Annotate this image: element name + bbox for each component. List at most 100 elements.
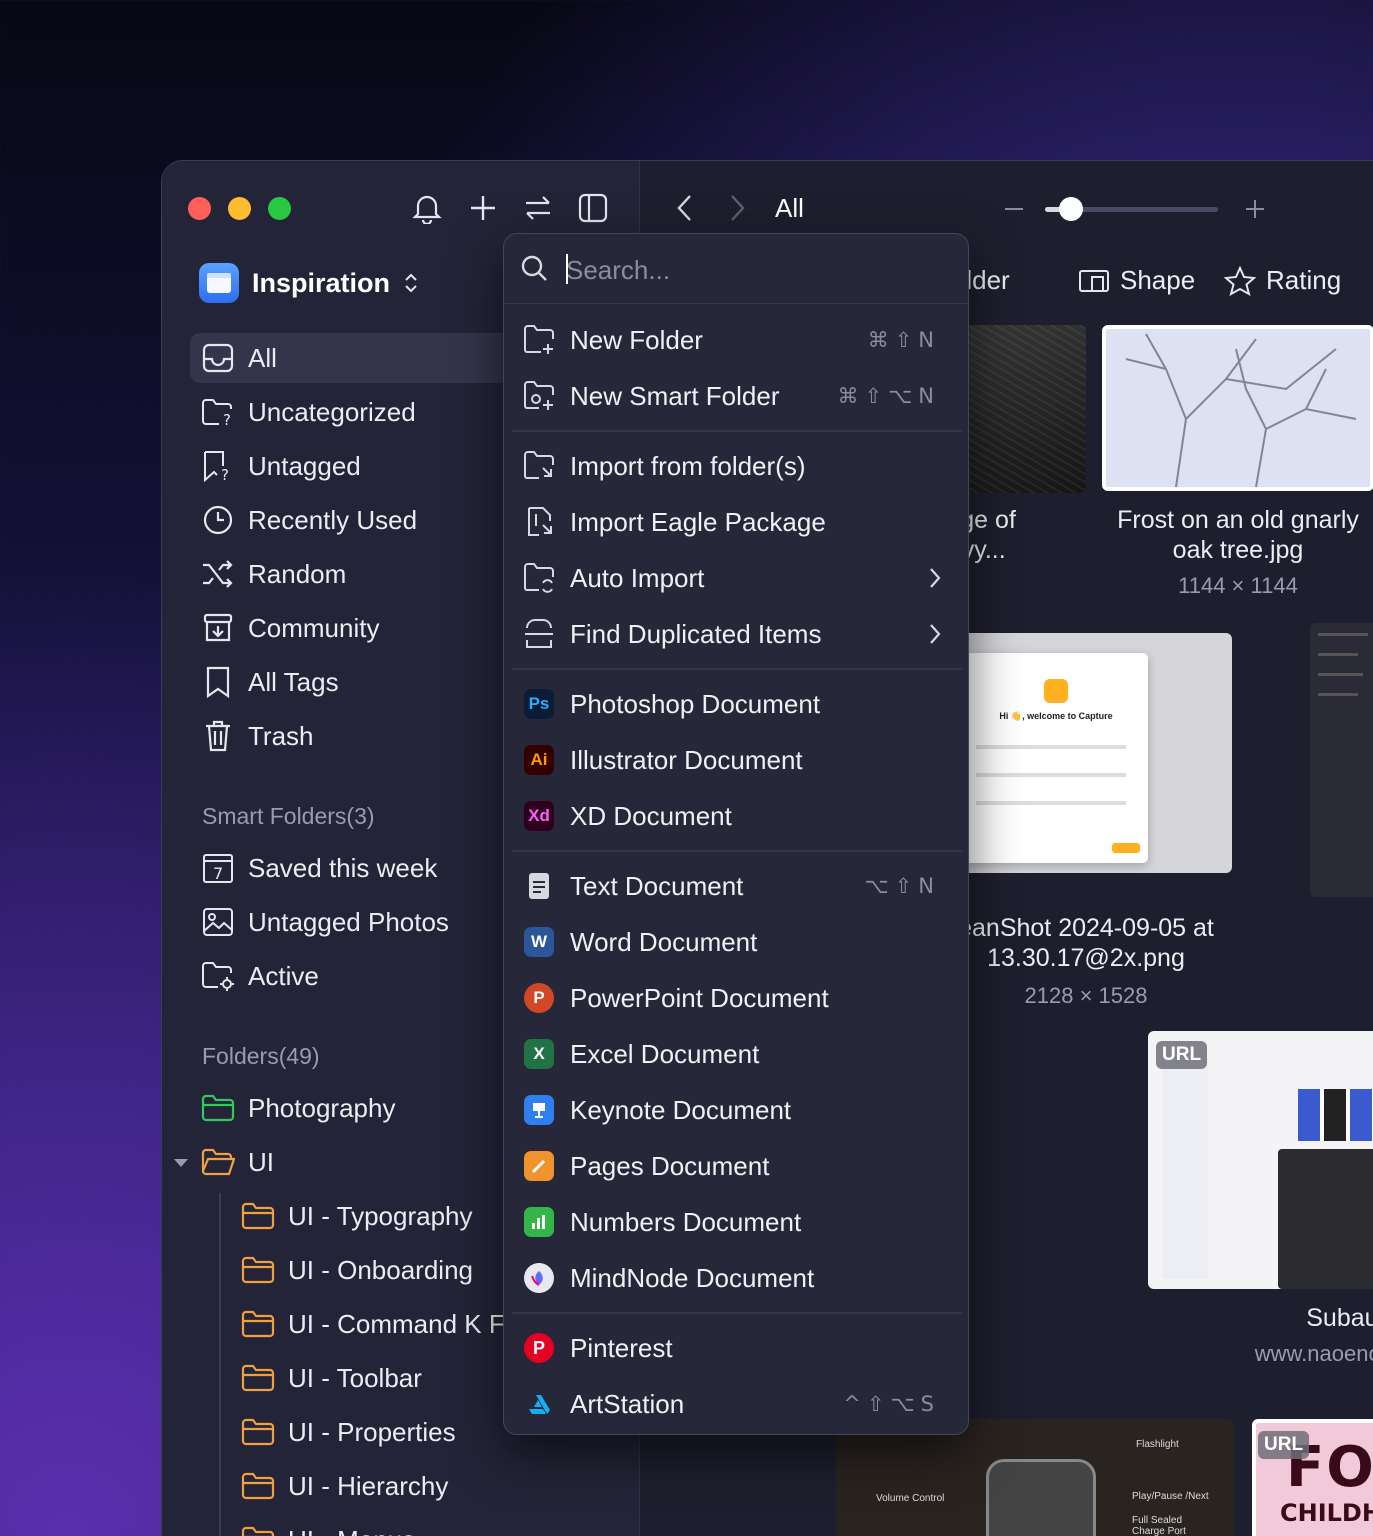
sidebar-icon [578,193,608,223]
menu-item-mindnode-document[interactable]: MindNode Document [512,1252,960,1304]
menu-item-find-duplicated-items[interactable]: Find Duplicated Items [512,608,960,660]
folder-icon [240,1414,276,1450]
text-caret [566,254,568,284]
menu-item-keynote-document[interactable]: Keynote Document [512,1084,960,1136]
sync-button[interactable] [521,191,555,225]
disclosure-triangle-icon[interactable] [173,1157,189,1169]
folder-ui-menus[interactable]: UI - Menus3 [230,1515,760,1536]
menu-separator [512,668,962,670]
menu-item-new-folder[interactable]: New Folder ⌘⇧N [512,314,960,366]
menu-item-powerpoint-document[interactable]: P PowerPoint Document [512,972,960,1024]
filter-shape[interactable]: Shape [1078,265,1195,296]
add-menu-dropdown: New Folder⌘⇧NNew Smart Folder⌘⇧⌥N Import … [503,233,969,1435]
notifications-button[interactable] [410,191,444,225]
zoom-slider-knob[interactable] [1058,197,1083,221]
keyboard-shortcut: ⌘⇧⌥N [837,384,940,408]
chevron-left-icon [677,195,691,221]
library-switcher[interactable]: Inspiration [199,263,419,303]
menu-item-import-from-folder-s[interactable]: Import from folder(s) [512,440,960,492]
menu-item-import-eagle-package[interactable]: Import Eagle Package [512,496,960,548]
zoom-in-button[interactable] [1244,198,1266,220]
menu-item-xd-document[interactable]: Xd XD Document [512,790,960,842]
menu-item-illustrator-document[interactable]: Ai Illustrator Document [512,734,960,786]
plus-icon [1246,200,1264,218]
zoom-window-button[interactable] [268,197,291,220]
filter-rating[interactable]: Rating [1224,265,1341,296]
url-badge: URL [1258,1431,1310,1459]
svg-text:?: ? [221,466,229,482]
menu-item-excel-document[interactable]: X Excel Document [512,1028,960,1080]
menu-item-text-document[interactable]: Text Document ⌥⇧N [512,860,960,912]
excel-icon: X [522,1037,556,1071]
minus-icon [1005,208,1023,210]
minimize-window-button[interactable] [228,197,251,220]
menu-item-word-document[interactable]: W Word Document [512,916,960,968]
mindnode-icon [522,1261,556,1295]
tag-question-icon: ? [200,448,236,484]
duplicate-icon [522,617,556,651]
bell-icon [412,195,442,224]
thumbnail-product[interactable]: Flashlight Volume Control Play/Pause /Ne… [836,1419,1234,1536]
menu-item-numbers-document[interactable]: Numbers Document [512,1196,960,1248]
inbox-icon [200,340,236,376]
forward-button[interactable] [729,193,747,223]
photoshop-icon: Ps [522,687,556,721]
folder-open-icon [200,1144,236,1180]
folder-ui-hierarchy[interactable]: UI - Hierarchy1 [230,1461,760,1511]
photo-icon [200,904,236,940]
toggle-sidebar-button[interactable] [576,191,610,225]
smart-folder-plus-icon [522,379,556,413]
menu-item-auto-import[interactable]: Auto Import [512,552,960,604]
menu-item-pinterest[interactable]: P Pinterest [512,1322,960,1374]
archive-download-icon [200,610,236,646]
powerpoint-icon: P [522,981,556,1015]
chevron-right-icon [930,568,941,588]
menu-search-input[interactable] [566,250,946,290]
keyboard-shortcut: ^⇧⌥S [843,1392,940,1416]
zoom-out-button[interactable] [1003,198,1025,220]
trash-icon [200,718,236,754]
package-import-icon [522,505,556,539]
folder-question-icon: ? [200,394,236,430]
smart-folders-header[interactable]: Smart Folders(3) [202,803,375,830]
item-dimensions: 1144 × 1144 [1178,573,1298,598]
item-dimensions: 2128 × 1528 [1024,983,1148,1008]
menu-item-photoshop-document[interactable]: Ps Photoshop Document [512,678,960,730]
keynote-icon [522,1093,556,1127]
item-url: www.naoenomoto.com [1254,1341,1373,1366]
item-name: Frost on an old gnarly oak tree.jpg [1117,506,1359,564]
menu-item-pages-document[interactable]: Pages Document [512,1140,960,1192]
close-window-button[interactable] [188,197,211,220]
window-controls [188,197,291,220]
xd-icon: Xd [522,799,556,833]
thumbnail-cleanshot[interactable]: Hi 👋, welcome to Capture [932,633,1232,873]
folder-icon [240,1306,276,1342]
menu-separator [512,430,962,432]
folders-header[interactable]: Folders(49) [202,1043,320,1070]
thumbnail-subault[interactable] [1148,1031,1373,1289]
folder-plus-icon [522,323,556,357]
folder-icon [240,1522,276,1536]
chevron-updown-icon [405,273,417,293]
numbers-icon [522,1205,556,1239]
url-badge: URL [1156,1041,1208,1069]
word-icon: W [522,925,556,959]
plus-icon [471,196,495,220]
menu-separator [512,850,962,852]
back-button[interactable] [675,193,693,223]
tree-guide-line [219,1193,221,1536]
add-button[interactable] [466,191,500,225]
illustrator-icon: Ai [522,743,556,777]
thumbnail-frost-tree[interactable] [1102,325,1373,491]
svg-text:?: ? [223,411,231,427]
folder-icon [240,1198,276,1234]
menu-item-artstation[interactable]: ArtStation ^⇧⌥S [512,1378,960,1430]
star-icon [1224,265,1256,296]
thumbnail-sidebar-ui[interactable] [1310,623,1373,897]
text-doc-icon [522,869,556,903]
menu-item-new-smart-folder[interactable]: New Smart Folder ⌘⇧⌥N [512,370,960,422]
chevron-right-icon [731,195,745,221]
folder-import-icon [522,449,556,483]
search-icon [521,255,547,281]
pages-icon [522,1149,556,1183]
